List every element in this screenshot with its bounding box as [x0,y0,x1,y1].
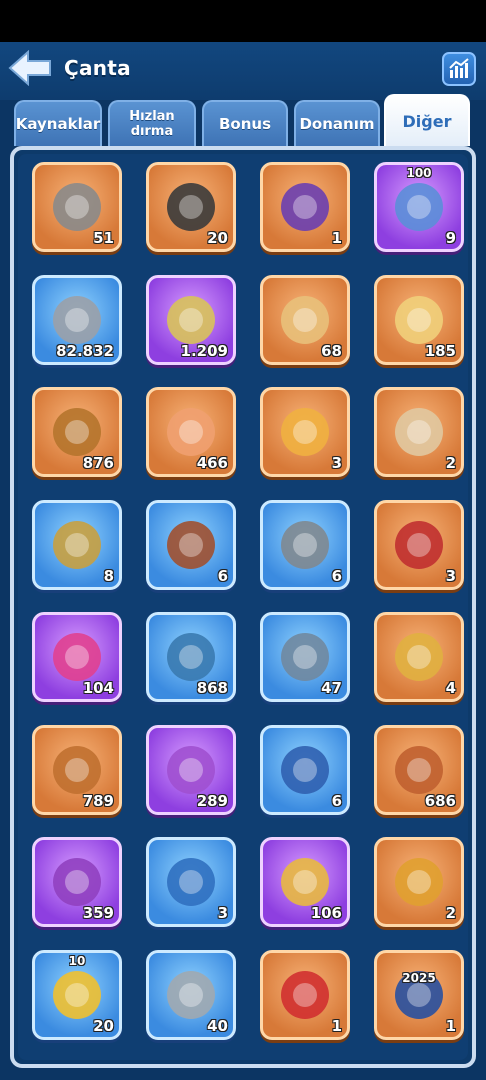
inventory-slot[interactable]: 82.832 [32,274,122,365]
purple-crystal-icon [271,173,339,241]
status-bar [0,0,486,42]
back-arrow-icon [8,49,51,87]
item-count: 289 [196,791,228,810]
robot-drone-icon [157,511,225,579]
inventory-slot[interactable]: 2 [374,837,464,927]
item-count: 47 [321,679,342,697]
item-count: 3 [217,904,228,922]
slot-top-label: 100 [406,166,432,180]
inventory-slot[interactable]: 47 [260,612,350,702]
inventory-slot[interactable]: 466 [146,387,236,477]
inventory-slot[interactable]: 3 [260,387,350,477]
slot-top-label: 10 [68,953,86,968]
inventory-slot[interactable]: 1 [260,949,350,1040]
item-count: 20 [93,1016,114,1035]
item-count: 876 [82,454,114,472]
item-count: 1 [331,1016,342,1035]
inventory-slot[interactable]: 185 [374,274,464,365]
inventory-slot[interactable]: 289 [146,724,236,815]
item-count: 2 [445,454,456,472]
chart-icon [449,58,469,78]
tab-other[interactable]: Diğer [384,94,470,146]
inventory-slot[interactable]: 3 [146,837,236,927]
inventory-slot[interactable]: 8 [32,499,122,590]
item-count: 868 [196,679,228,697]
slot-icon-label: 2025 [402,970,436,985]
inventory-slot[interactable]: 4 [374,612,464,702]
inventory-slot[interactable]: 686 [374,724,464,815]
blue-gear-icon [385,173,453,241]
inventory-slot[interactable]: 3 [374,499,464,590]
inventory-panel: 51 20 1 100 9 82.832 1.209 68 185 876 466 3 2 8 6 6 3 104… [10,146,476,1068]
item-count: 3 [445,566,456,585]
inventory-slot[interactable]: 1 [260,162,350,252]
inventory-slot[interactable]: 868 [146,612,236,702]
inventory-slot[interactable]: 51 [32,162,122,252]
blue-skill-book-icon [271,736,339,804]
item-count: 20 [207,229,228,247]
item-count: 40 [207,1016,228,1035]
inventory-slot[interactable]: 2025 1 [374,949,464,1040]
item-count: 6 [331,566,342,585]
inventory-slot[interactable]: 6 [260,724,350,815]
item-count: 51 [93,229,114,247]
item-count: 185 [424,341,456,360]
inventory-slot[interactable]: 68 [260,274,350,365]
back-button[interactable] [8,49,52,87]
item-count: 82.832 [56,341,114,360]
item-count: 1 [331,229,342,247]
item-count: 106 [310,904,342,922]
item-count: 466 [196,454,228,472]
item-count: 1 [445,1016,456,1035]
tab-bonus[interactable]: Bonus [202,100,288,146]
inventory-slot[interactable]: 2 [374,387,464,477]
inventory-slot[interactable]: 100 9 [374,162,464,252]
item-count: 359 [82,904,114,922]
inventory-slot[interactable]: 40 [146,949,236,1040]
tab-resources[interactable]: Kaynaklar [14,100,102,146]
inventory-slot[interactable]: 876 [32,387,122,477]
item-count: 3 [331,454,342,472]
item-count: 2 [445,904,456,922]
item-count: 8 [103,566,114,585]
item-count: 686 [424,791,456,810]
inventory-slot[interactable]: 1.209 [146,274,236,365]
tab-equipment[interactable]: Donanım [294,100,380,146]
inventory-slot[interactable]: 789 [32,724,122,815]
fish-ticket-icon [271,398,339,466]
item-count: 6 [217,566,228,585]
inventory-slot[interactable]: 6 [260,499,350,590]
inventory-grid: 51 20 1 100 9 82.832 1.209 68 185 876 466 3 2 8 6 6 3 104… [18,154,468,1060]
item-count: 104 [82,679,114,697]
item-count: 1.209 [180,341,228,360]
inventory-slot[interactable]: 20 [146,162,236,252]
header: Çanta [0,42,486,100]
inventory-slot[interactable]: 10 20 [32,949,122,1040]
item-count: 9 [445,229,456,247]
item-count: 68 [321,341,342,360]
syringe-icon [385,511,453,579]
item-count: 4 [445,679,456,697]
inventory-slot[interactable]: 104 [32,612,122,702]
inventory-slot[interactable]: 359 [32,837,122,927]
tab-speedups[interactable]: Hızlan dırma [108,100,196,146]
inventory-slot[interactable]: 6 [146,499,236,590]
inventory-slot[interactable]: 106 [260,837,350,927]
treasure-map-icon [385,398,453,466]
second-place-medal-icon [271,961,339,1029]
gold-ticket-icon [385,623,453,691]
blue-flag-book-icon [157,848,225,916]
page-title: Çanta [64,56,131,80]
stats-button[interactable] [442,52,476,86]
gold-coupon-icon [385,848,453,916]
item-count: 789 [82,791,114,810]
item-count: 6 [331,791,342,810]
helmet-icon [43,511,111,579]
tab-bar: Kaynaklar Hızlan dırma Bonus Donanım Diğ… [14,94,474,146]
fishing-reel-icon [271,511,339,579]
